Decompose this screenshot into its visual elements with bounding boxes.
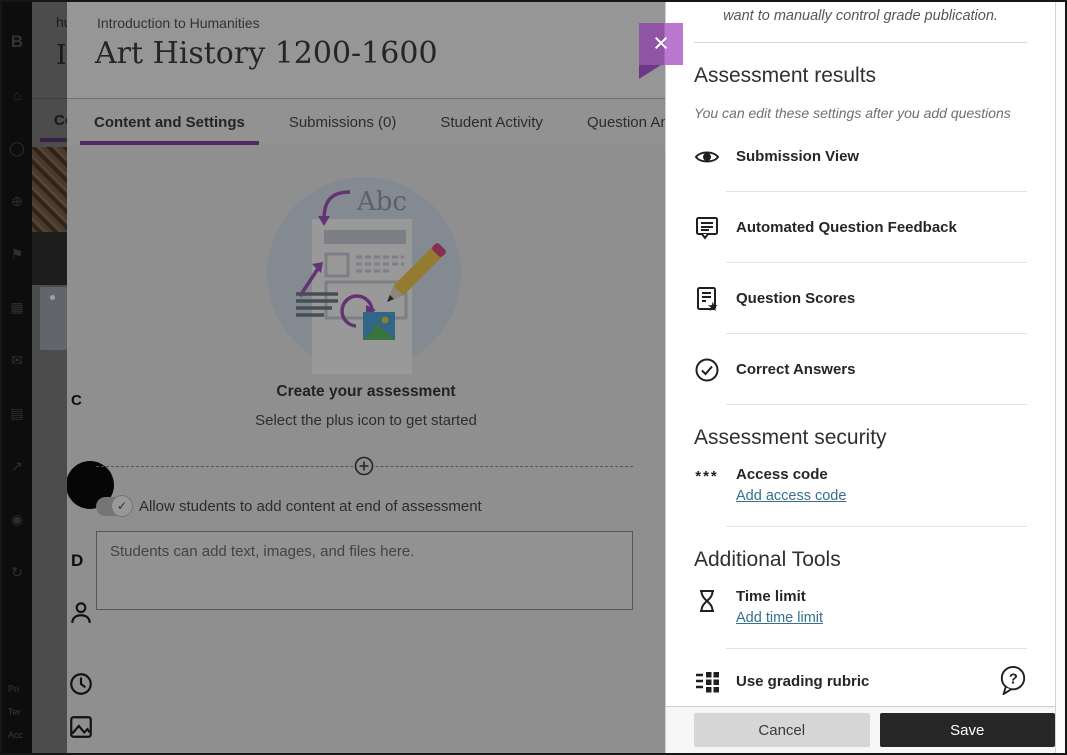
feedback-bubble-icon bbox=[694, 215, 720, 241]
terms-link[interactable]: Ter bbox=[8, 701, 23, 724]
globe-icon[interactable]: ⊕ bbox=[7, 191, 27, 211]
add-time-limit-link[interactable]: Add time limit bbox=[736, 610, 823, 626]
add-content-plus-button[interactable] bbox=[353, 455, 375, 477]
access-code-row[interactable]: *** Access code Add access code bbox=[694, 450, 1027, 505]
add-access-code-link[interactable]: Add access code bbox=[736, 488, 846, 504]
assessment-results-heading: Assessment results bbox=[694, 64, 1027, 88]
accessibility-link[interactable]: Acc bbox=[8, 724, 23, 747]
profile-icon[interactable]: ◯ bbox=[7, 138, 27, 158]
tablet-image-fragment bbox=[40, 287, 67, 350]
divider bbox=[726, 526, 1027, 527]
tab-question-analysis[interactable]: Question Analysis bbox=[573, 99, 665, 145]
history-icon[interactable]: ↻ bbox=[7, 562, 27, 582]
setting-label: Question Scores bbox=[736, 286, 855, 307]
document-star-icon: ★ bbox=[694, 286, 720, 312]
svg-text:★: ★ bbox=[707, 299, 719, 312]
settings-scroll-area: want to manually control grade publicati… bbox=[666, 2, 1055, 706]
tab-bar: Content and Settings Submissions (0) Stu… bbox=[67, 99, 665, 145]
question-scores-row[interactable]: ★ Question Scores bbox=[694, 263, 1027, 312]
artwork-thumbnail bbox=[32, 147, 67, 232]
calendar-icon[interactable]: ▦ bbox=[7, 297, 27, 317]
groups-icon[interactable]: ◉ bbox=[7, 509, 27, 529]
tab-fragment: Co bbox=[54, 112, 67, 129]
automated-feedback-row[interactable]: Automated Question Feedback bbox=[694, 192, 1027, 241]
submission-view-row[interactable]: Submission View bbox=[694, 121, 1027, 170]
page-header: Introduction to Humanities Art History 1… bbox=[67, 2, 665, 99]
assessment-description-input[interactable] bbox=[96, 531, 633, 610]
rail-icon-list: B ⌂ ◯ ⊕ ⚑ ▦ ✉ ▤ ↗ ◉ ↻ bbox=[2, 2, 32, 582]
toggle-label: Allow students to add content at end of … bbox=[139, 498, 482, 515]
privacy-link[interactable]: Pri bbox=[8, 678, 23, 701]
grading-rubric-row[interactable]: Use grading rubric ? bbox=[694, 649, 1027, 699]
results-edit-note: You can edit these settings after you ad… bbox=[694, 105, 1027, 121]
hourglass-icon bbox=[694, 588, 720, 614]
activity-icon[interactable]: ⚑ bbox=[7, 244, 27, 264]
tab-student-activity[interactable]: Student Activity bbox=[426, 99, 557, 145]
setting-label: Submission View bbox=[736, 144, 859, 165]
institution-icon[interactable]: ⌂ bbox=[7, 85, 27, 105]
close-button-ribbon-tail bbox=[639, 65, 661, 79]
messages-icon[interactable]: ✉ bbox=[7, 350, 27, 370]
background-panel-strip: hu I Co bbox=[32, 2, 67, 753]
close-panel-button[interactable]: × bbox=[639, 23, 683, 65]
left-nav-rail: B ⌂ ◯ ⊕ ⚑ ▦ ✉ ▤ ↗ ◉ ↻ Pri Ter Acc bbox=[2, 2, 32, 753]
person-icon bbox=[68, 599, 94, 625]
settings-panel: want to manually control grade publicati… bbox=[665, 2, 1055, 753]
image-icon bbox=[68, 714, 94, 740]
assessment-security-heading: Assessment security bbox=[694, 426, 1027, 450]
empty-state-title: Create your assessment bbox=[67, 383, 665, 401]
panel-footer: Cancel Save bbox=[666, 706, 1064, 753]
check-circle-icon bbox=[694, 357, 720, 383]
course-id-fragment: hu bbox=[56, 14, 67, 30]
grades-icon[interactable]: ▤ bbox=[7, 403, 27, 423]
setting-label: Automated Question Feedback bbox=[736, 215, 957, 236]
setting-label: Use grading rubric bbox=[736, 669, 869, 690]
title-fragment: I bbox=[56, 40, 67, 71]
panel-scrollbar[interactable] bbox=[1055, 2, 1065, 753]
tab-submissions[interactable]: Submissions (0) bbox=[275, 99, 411, 145]
app-window: B ⌂ ◯ ⊕ ⚑ ▦ ✉ ▤ ↗ ◉ ↻ Pri Ter Acc hu I C… bbox=[0, 0, 1067, 755]
toggle-check-icon: ✓ bbox=[111, 495, 133, 517]
divider bbox=[694, 42, 1027, 43]
access-code-asterisks-icon: *** bbox=[694, 466, 720, 492]
illustration-abc-text: Abc bbox=[356, 187, 407, 217]
correct-answers-row[interactable]: Correct Answers bbox=[694, 334, 1027, 383]
grade-publication-note: want to manually control grade publicati… bbox=[694, 2, 1027, 24]
rail-footer-links: Pri Ter Acc bbox=[8, 678, 23, 747]
empty-state-subtitle: Select the plus icon to get started bbox=[67, 412, 665, 429]
setting-label: Time limit bbox=[736, 588, 823, 605]
tab-content-and-settings[interactable]: Content and Settings bbox=[80, 99, 259, 145]
help-bubble-icon[interactable]: ? bbox=[999, 665, 1027, 695]
page-title: Art History 1200-1600 bbox=[95, 36, 438, 71]
assessment-illustration: Abc bbox=[264, 174, 464, 374]
rubric-grid-icon bbox=[694, 669, 720, 695]
save-button[interactable]: Save bbox=[880, 713, 1056, 747]
behind-details-fragment: D bbox=[71, 551, 83, 571]
allow-students-toggle[interactable]: ✓ bbox=[96, 497, 130, 516]
divider bbox=[32, 98, 67, 99]
tab-underline-fragment bbox=[40, 138, 67, 142]
additional-tools-heading: Additional Tools bbox=[694, 548, 1027, 572]
eye-icon bbox=[694, 144, 720, 170]
breadcrumb[interactable]: Introduction to Humanities bbox=[97, 15, 260, 31]
share-icon[interactable]: ↗ bbox=[7, 456, 27, 476]
setting-label: Correct Answers bbox=[736, 357, 856, 378]
svg-text:?: ? bbox=[1009, 671, 1018, 688]
clock-icon bbox=[68, 671, 94, 697]
assessment-page: Introduction to Humanities Art History 1… bbox=[67, 2, 665, 753]
plus-circle-icon bbox=[354, 456, 374, 476]
time-limit-row[interactable]: Time limit Add time limit bbox=[694, 572, 1027, 627]
cancel-button[interactable]: Cancel bbox=[694, 713, 870, 747]
dark-image-fragment bbox=[32, 232, 67, 285]
brand-logo-icon[interactable]: B bbox=[7, 32, 27, 52]
setting-label: Access code bbox=[736, 466, 846, 483]
divider bbox=[726, 404, 1027, 405]
